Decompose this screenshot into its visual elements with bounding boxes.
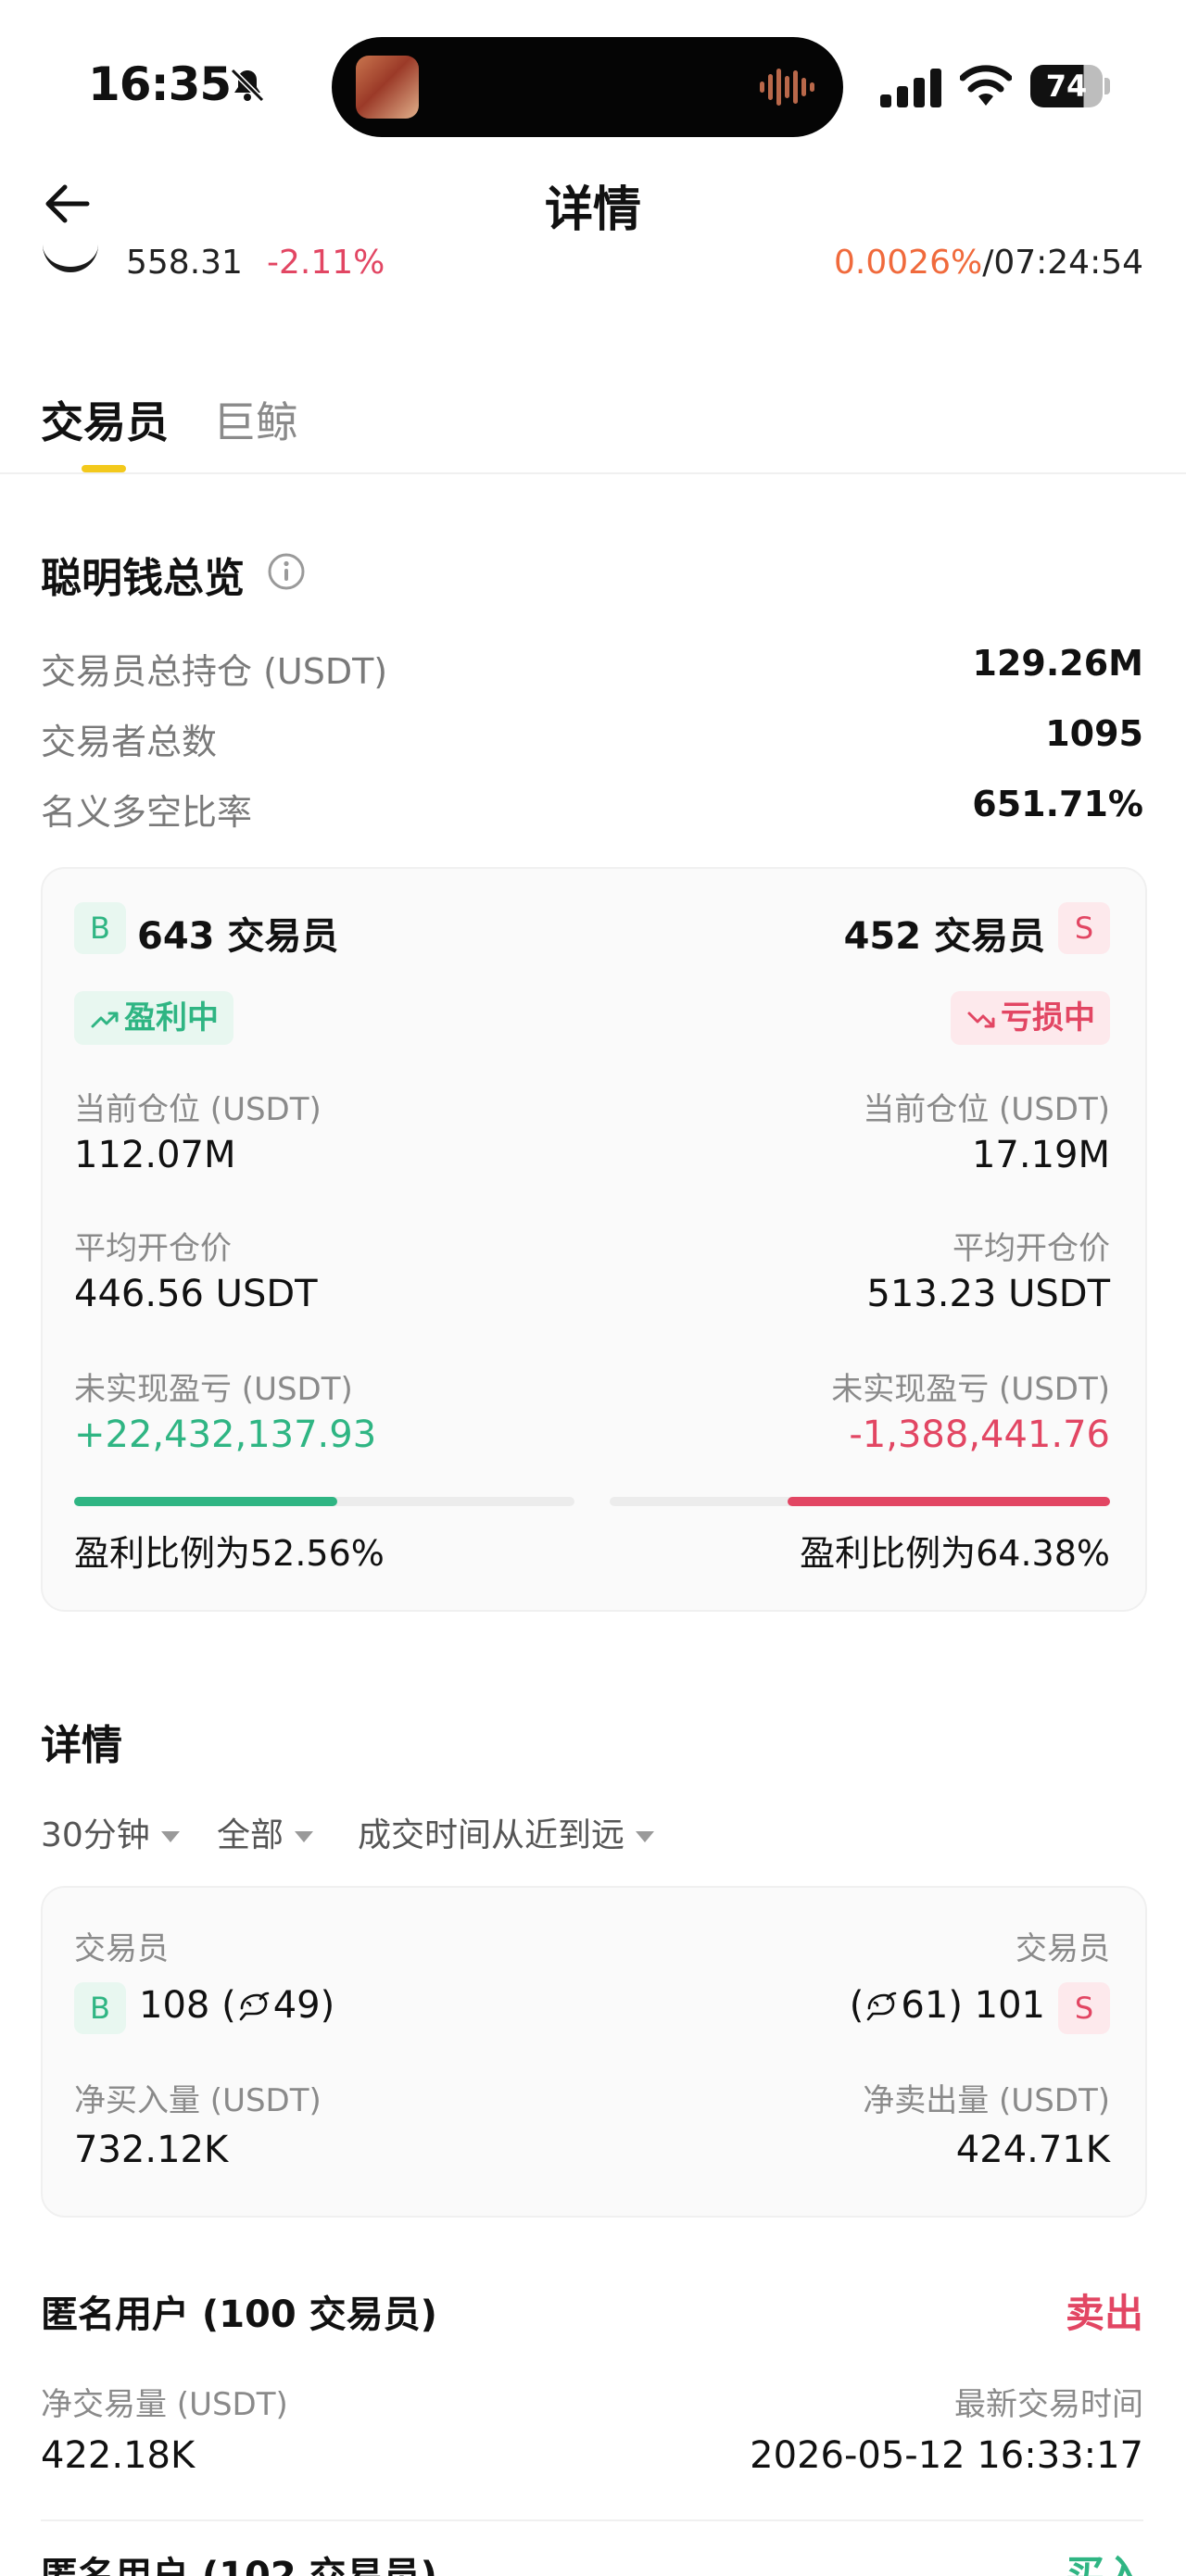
short-pnl-value: -1,388,441.76 (849, 1414, 1110, 1456)
caret-down-icon (160, 1831, 180, 1842)
long-profit-bar (74, 1497, 574, 1506)
short-position-label: 当前仓位 (USDT) (863, 1091, 1110, 1128)
caret-down-icon (295, 1831, 314, 1842)
sort-filter-label: 成交时间从近到远 (358, 1816, 625, 1854)
long-avg-price-label: 平均开仓价 (74, 1230, 232, 1267)
funding-info: 0.0026%/07:24:54 (834, 246, 1143, 280)
short-trader-count: 452 交易员 (843, 915, 1045, 958)
details-title: 详情 (41, 1722, 122, 1769)
timeframe-filter-label: 30分钟 (41, 1816, 150, 1854)
overview-title: 聪明钱总览 (41, 555, 245, 602)
total-position-value: 129.26M (972, 643, 1143, 684)
long-status-text: 盈利中 (124, 999, 219, 1037)
net-sell-value: 424.71K (955, 2129, 1110, 2171)
trader-group-name[interactable]: 匿名用户 (100 交易员) (41, 2284, 437, 2338)
timeframe-filter[interactable]: 30分钟 (41, 1808, 180, 1856)
long-profit-bar-fill (74, 1497, 337, 1506)
total-position-label: 交易员总持仓 (USDT) (41, 651, 388, 692)
sort-filter[interactable]: 成交时间从近到远 (358, 1808, 655, 1856)
ticker-change: -2.11% (267, 244, 385, 282)
net-buy-label: 净买入量 (USDT) (74, 2082, 322, 2119)
short-status-badge: 亏损中 (951, 991, 1110, 1045)
short-badge: S (1058, 902, 1110, 954)
long-profit-ratio: 盈利比例为52.56% (74, 1533, 385, 1574)
latest-trade-time-label: 最新交易时间 (954, 2386, 1143, 2423)
total-traders-value: 1095 (1045, 713, 1143, 754)
short-position-value: 17.19M (971, 1134, 1110, 1176)
long-status-badge: 盈利中 (74, 991, 233, 1045)
long-pnl-value: +22,432,137.93 (74, 1414, 377, 1456)
sell-trader-summary: (61) 101 (849, 1984, 1045, 2027)
battery-icon: 74 (1030, 65, 1110, 107)
buy-traders-label: 交易员 (74, 1930, 169, 1967)
trade-side-sell: 卖出 (1065, 2291, 1143, 2336)
bell-slash-icon (230, 68, 265, 103)
battery-level: 74 (1045, 69, 1088, 104)
coin-logo (43, 230, 98, 272)
tab-indicator (82, 465, 126, 472)
long-short-ratio-label: 名义多空比率 (41, 792, 253, 833)
ticker-price: 558.31 (126, 244, 243, 282)
total-traders-label: 交易者总数 (41, 722, 218, 762)
tab-traders[interactable]: 交易员 (41, 389, 169, 450)
divider (41, 2519, 1143, 2521)
long-position-label: 当前仓位 (USDT) (74, 1091, 322, 1128)
type-filter[interactable]: 全部 (217, 1808, 314, 1856)
wifi-icon (960, 65, 1012, 106)
funding-countdown: /07:24:54 (982, 244, 1143, 282)
caret-down-icon (636, 1831, 655, 1842)
now-playing-artwork (356, 56, 419, 119)
info-icon[interactable] (267, 552, 306, 591)
buy-badge: B (74, 1982, 126, 2034)
audio-waveform-icon (760, 69, 814, 106)
net-sell-label: 净卖出量 (USDT) (863, 2082, 1110, 2119)
trade-side-buy: 买入 (1065, 2552, 1143, 2576)
long-position-value: 112.07M (74, 1134, 236, 1176)
net-buy-value: 732.12K (74, 2129, 229, 2171)
short-profit-ratio: 盈利比例为64.38% (800, 1533, 1110, 1574)
type-filter-label: 全部 (217, 1816, 284, 1854)
signal-icon (880, 69, 941, 107)
latest-trade-time-value: 2026-05-12 16:33:17 (750, 2434, 1143, 2477)
short-avg-price-label: 平均开仓价 (953, 1230, 1110, 1267)
long-avg-price-value: 446.56 USDT (74, 1273, 318, 1315)
net-volume-value: 422.18K (41, 2434, 196, 2477)
whale-icon (867, 1992, 897, 2021)
sell-traders-label: 交易员 (1016, 1930, 1110, 1967)
divider (0, 472, 1186, 474)
net-volume-label: 净交易量 (USDT) (41, 2386, 288, 2423)
short-pnl-label: 未实现盈亏 (USDT) (831, 1371, 1110, 1408)
sell-trader-count: 101 (974, 1984, 1045, 2027)
trend-up-icon (91, 1012, 119, 1027)
status-time: 16:35 (88, 57, 232, 111)
sell-whale-count: 61 (901, 1984, 949, 2027)
long-pnl-label: 未实现盈亏 (USDT) (74, 1371, 353, 1408)
sell-badge: S (1058, 1982, 1110, 2034)
buy-whale-count: 49 (272, 1984, 321, 2027)
buy-trader-count: 108 (139, 1984, 210, 2027)
short-profit-bar (610, 1497, 1110, 1506)
list-item-clip: 匿名用户 (102 交易员) 买入 (0, 2538, 1186, 2576)
long-short-ratio-value: 651.71% (972, 784, 1143, 824)
ticker-strip: 558.31 -2.11% 0.0026%/07:24:54 (0, 213, 1186, 287)
short-status-text: 亏损中 (1001, 999, 1095, 1037)
short-avg-price-value: 513.23 USDT (866, 1273, 1110, 1315)
buy-trader-summary: 108 (49) (139, 1984, 335, 2027)
tab-whales[interactable]: 巨鲸 (213, 389, 298, 450)
funding-rate: 0.0026% (834, 244, 983, 282)
long-badge: B (74, 902, 126, 954)
trend-down-icon (967, 1012, 995, 1027)
trader-group-name[interactable]: 匿名用户 (102 交易员) (41, 2545, 437, 2576)
long-trader-count: 643 交易员 (137, 915, 339, 958)
short-profit-bar-fill (788, 1497, 1110, 1506)
whale-icon (239, 1992, 269, 2021)
